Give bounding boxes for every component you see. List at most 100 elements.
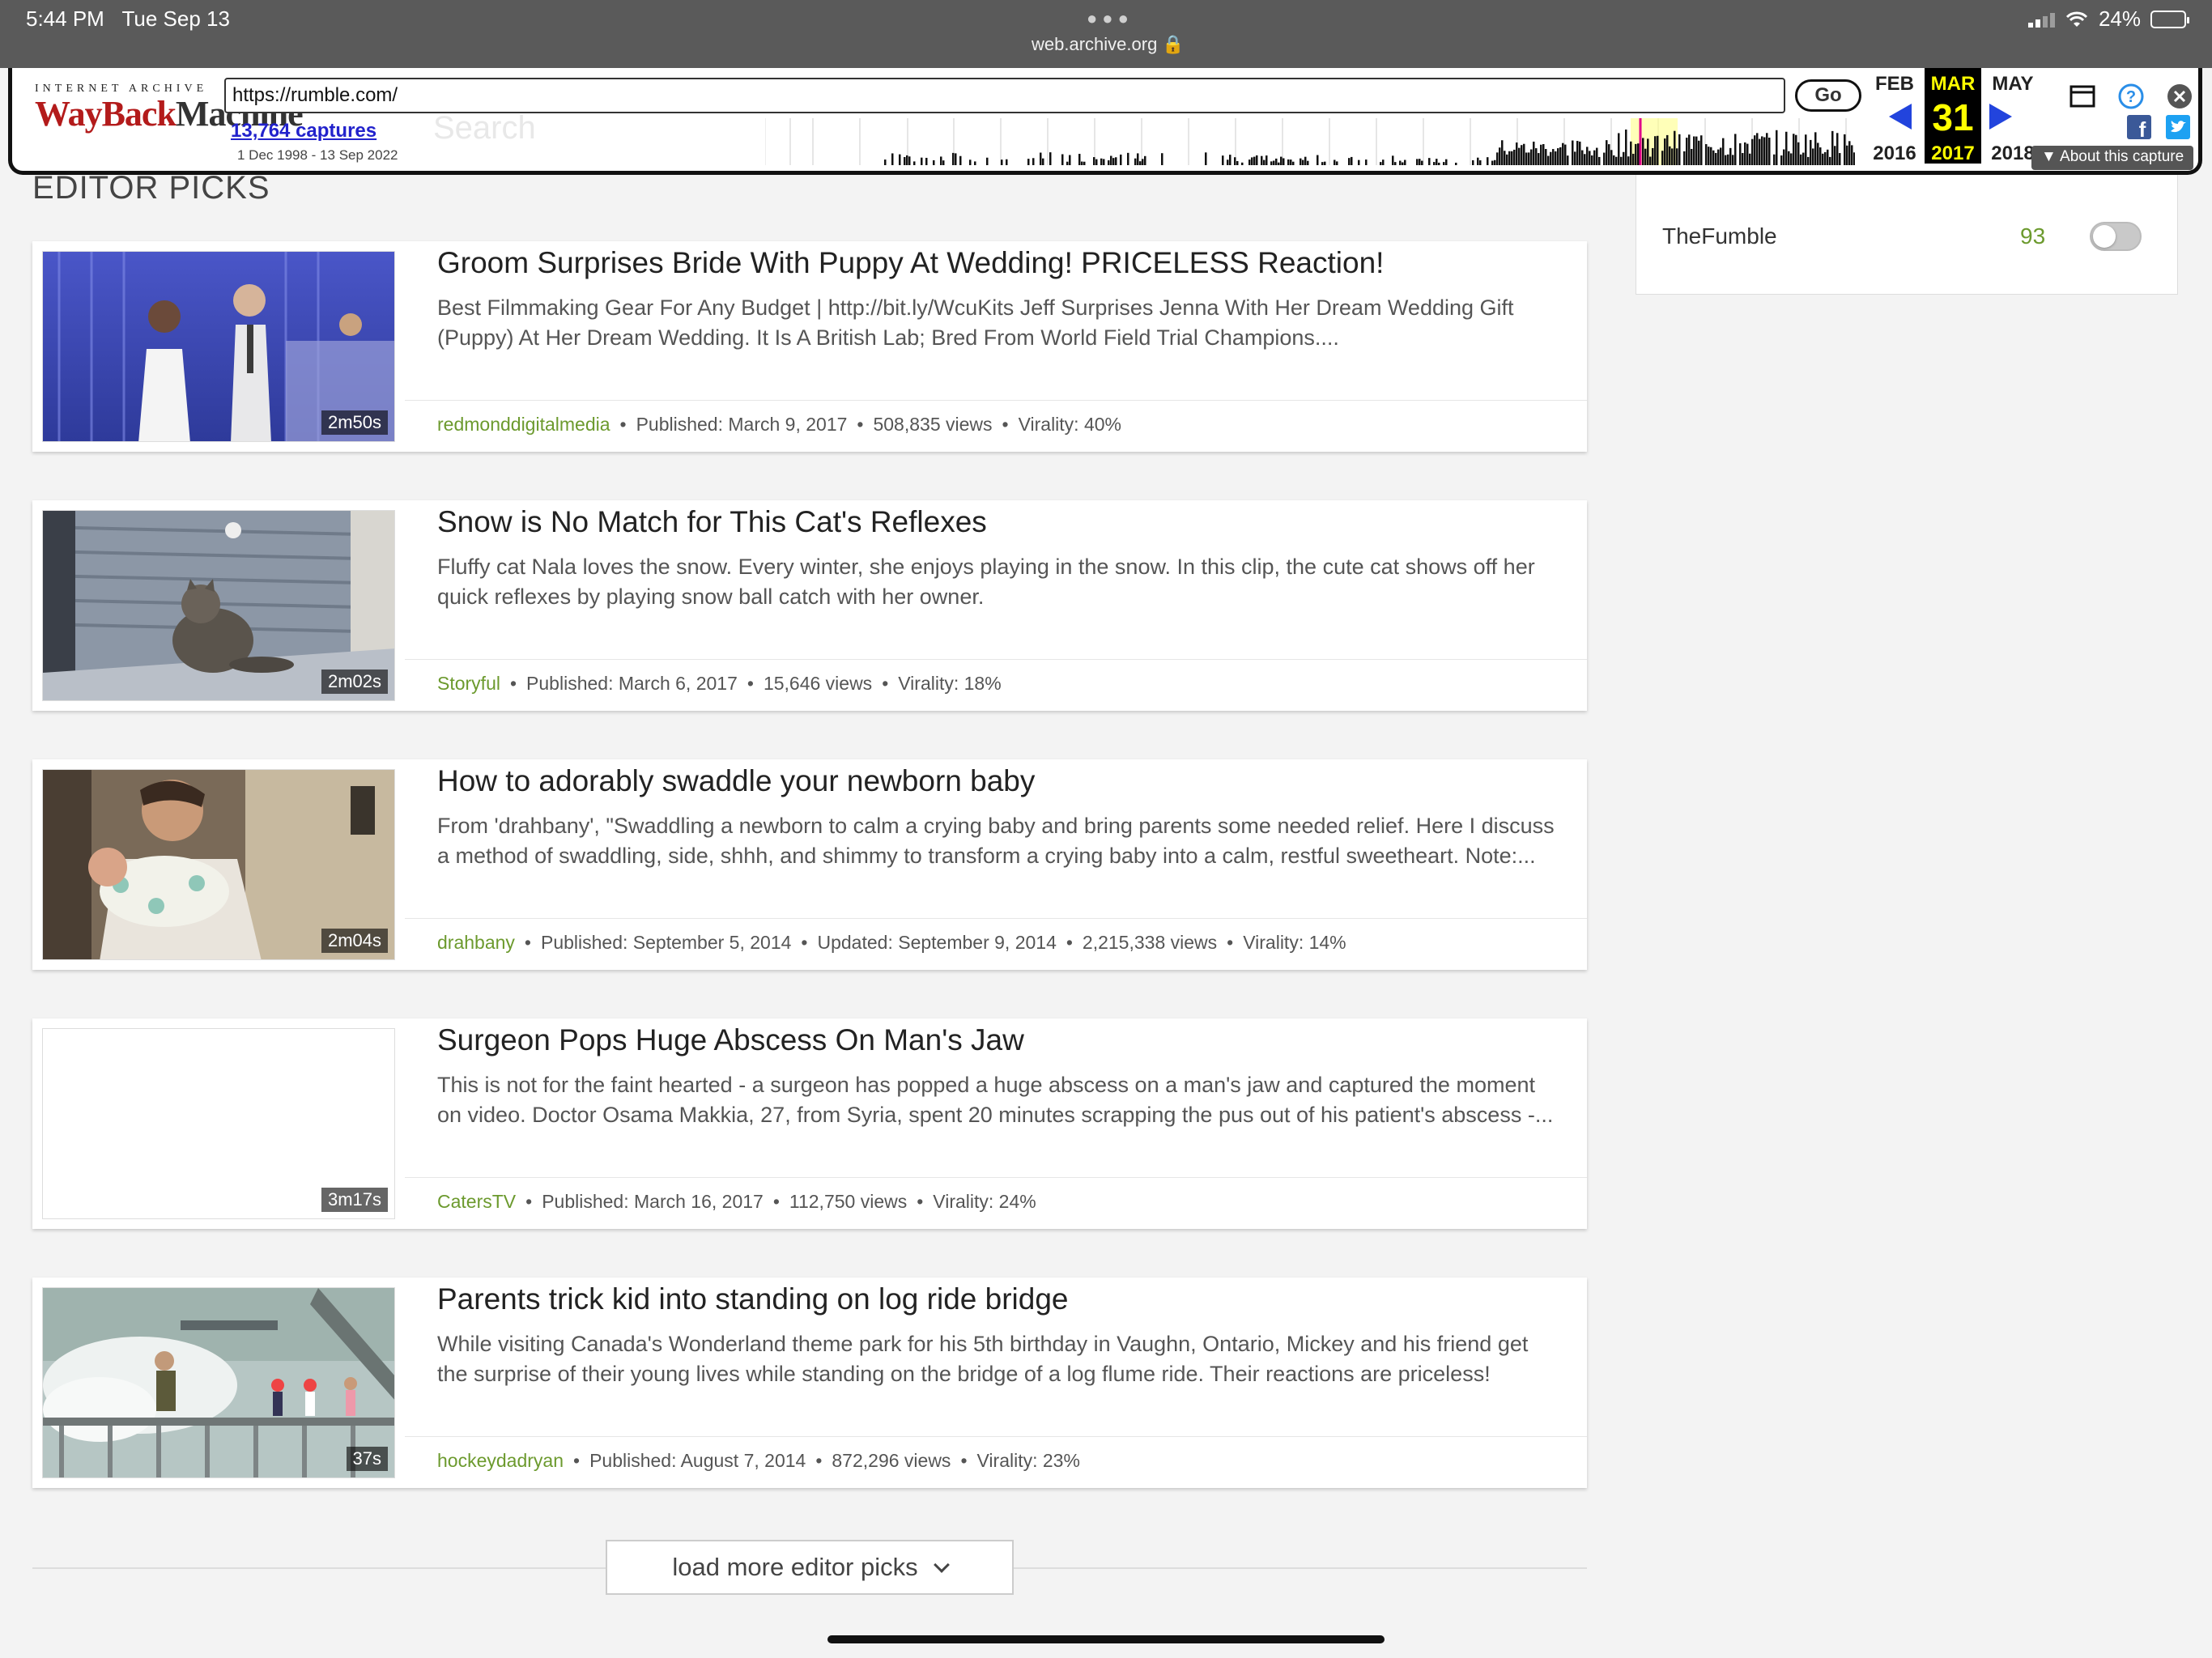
prev-capture-arrow-icon[interactable] (1889, 104, 1912, 130)
video-virality: Virality: 23% (976, 1450, 1080, 1471)
meta-separator: • (619, 414, 627, 435)
prev-year[interactable]: 2016 (1866, 142, 1923, 165)
go-button[interactable]: Go (1795, 79, 1861, 112)
video-published: Published: March 9, 2017 (636, 414, 848, 435)
video-card[interactable]: 3m17s Surgeon Pops Huge Abscess On Man's… (32, 1018, 1587, 1229)
video-duration: 37s (346, 1447, 388, 1471)
next-capture-arrow-icon[interactable] (1989, 104, 2012, 130)
follow-toggle[interactable] (2090, 222, 2142, 251)
load-more-label: load more editor picks (672, 1553, 918, 1581)
cellular-signal-icon (2027, 11, 2055, 28)
video-author[interactable]: drahbany (437, 932, 515, 953)
video-virality: Virality: 40% (1018, 414, 1121, 435)
twitter-icon[interactable] (2166, 115, 2190, 139)
video-title[interactable]: How to adorably swaddle your newborn bab… (437, 764, 1563, 798)
close-icon[interactable] (2166, 83, 2193, 110)
video-virality: Virality: 18% (898, 673, 1002, 694)
meta-separator: • (1002, 414, 1009, 435)
video-title[interactable]: Surgeon Pops Huge Abscess On Man's Jaw (437, 1023, 1563, 1057)
video-meta: drahbany • Published: September 5, 2014 • Up… (405, 918, 1587, 970)
capture-sparkline[interactable] (765, 118, 1855, 165)
status-indicators: 24% (2027, 6, 2189, 32)
wifi-icon (2065, 11, 2088, 27)
status-bar: 5:44 PM Tue Sep 13 ●●● web.archive.org 🔒… (0, 0, 2212, 68)
video-published: Published: September 5, 2014 (540, 932, 792, 953)
svg-text:f: f (2139, 117, 2146, 139)
video-views: 15,646 views (763, 673, 873, 694)
video-author[interactable]: redmonddigitalmedia (437, 414, 610, 435)
video-virality: Virality: 24% (933, 1191, 1036, 1212)
video-views: 112,750 views (789, 1191, 908, 1212)
load-more-button[interactable]: load more editor picks (606, 1540, 1014, 1595)
video-author[interactable]: hockeydadryan (437, 1450, 564, 1471)
wayback-url-input[interactable] (224, 78, 1785, 113)
next-month[interactable]: MAY (1984, 73, 2041, 96)
meta-separator: • (524, 932, 531, 953)
meta-separator: • (573, 1450, 581, 1471)
video-published: Published: August 7, 2014 (589, 1450, 806, 1471)
meta-separator: • (857, 414, 864, 435)
help-icon[interactable]: ? (2117, 83, 2145, 110)
current-day: 31 (1932, 96, 1974, 138)
video-thumbnail[interactable]: 2m50s (42, 251, 395, 442)
video-title[interactable]: Parents trick kid into standing on log r… (437, 1282, 1563, 1316)
video-description: While visiting Canada's Wonderland theme… (437, 1332, 1529, 1386)
meta-separator: • (772, 1191, 780, 1212)
prev-month[interactable]: FEB (1866, 73, 1923, 96)
address-bar-url[interactable]: web.archive.org 🔒 (1032, 34, 1185, 55)
wayback-toolbar: INTERNET ARCHIVE WayBackMachine Go 13,76… (8, 68, 2202, 175)
video-published: Published: March 16, 2017 (542, 1191, 764, 1212)
toggle-knob (2093, 225, 2116, 248)
channel-count: 93 (2020, 223, 2046, 249)
meta-separator: • (917, 1191, 924, 1212)
video-views: 2,215,338 views (1082, 932, 1218, 953)
video-views: 508,835 views (873, 414, 993, 435)
meta-separator: • (882, 673, 889, 694)
meta-separator: • (1066, 932, 1073, 953)
captures-link[interactable]: 13,764 captures (231, 120, 376, 142)
meta-separator: • (509, 673, 517, 694)
more-dots-icon[interactable]: ●●● (1087, 8, 1134, 29)
video-meta: Storyful • Published: March 6, 2017 • 15,646… (405, 659, 1587, 711)
home-indicator[interactable] (827, 1635, 1385, 1643)
current-year: 2017 (1931, 142, 1975, 164)
video-description: From 'drahbany', "Swaddling a newborn to… (437, 814, 1555, 868)
video-meta: redmonddigitalmedia • Published: March 9, … (405, 400, 1587, 452)
video-description: This is not for the faint hearted - a su… (437, 1073, 1554, 1127)
video-card[interactable]: 2m02s Snow is No Match for This Cat's Re… (32, 500, 1587, 711)
video-thumbnail[interactable]: 2m04s (42, 769, 395, 960)
logo-main-text: WayBackMachine (35, 94, 304, 134)
video-card[interactable]: 2m04s How to adorably swaddle your newbo… (32, 759, 1587, 970)
video-description: Best Filmmaking Gear For Any Budget | ht… (437, 295, 1514, 350)
video-published: Published: March 6, 2017 (526, 673, 738, 694)
window-icon[interactable] (2069, 83, 2096, 110)
video-virality: Virality: 14% (1243, 932, 1346, 953)
video-meta: CatersTV • Published: March 16, 2017 • 112,7… (405, 1177, 1587, 1229)
about-capture-button[interactable]: ▼ About this capture (2031, 146, 2194, 170)
channel-name[interactable]: TheFumble (1662, 223, 1777, 249)
status-time: 5:44 PM Tue Sep 13 (26, 6, 230, 31)
meta-separator: • (801, 932, 808, 953)
meta-separator: • (1227, 932, 1234, 953)
video-updated: Updated: September 9, 2014 (817, 932, 1057, 953)
video-card[interactable]: 37s Parents trick kid into standing on l… (32, 1278, 1587, 1488)
log-ride-thumbnail-image (43, 1288, 394, 1477)
chevron-down-icon (933, 1557, 950, 1573)
video-author[interactable]: Storyful (437, 673, 500, 694)
section-title: EDITOR PICKS (32, 170, 270, 206)
video-title[interactable]: Snow is No Match for This Cat's Reflexes (437, 505, 1563, 539)
video-card[interactable]: 2m50s Groom Surprises Bride With Puppy A… (32, 241, 1587, 452)
ghost-search-text: Search (433, 110, 536, 146)
video-duration: 2m50s (321, 410, 388, 435)
wayback-logo[interactable]: INTERNET ARCHIVE WayBackMachine (35, 83, 304, 134)
video-thumbnail[interactable]: 2m02s (42, 510, 395, 701)
sparkline-graph[interactable] (766, 118, 1855, 165)
video-thumbnail[interactable]: 3m17s (42, 1028, 395, 1219)
video-views: 872,296 views (832, 1450, 951, 1471)
meta-separator: • (525, 1191, 533, 1212)
video-author[interactable]: CatersTV (437, 1191, 516, 1212)
video-title[interactable]: Groom Surprises Bride With Puppy At Wedd… (437, 246, 1563, 280)
video-duration: 2m04s (321, 929, 388, 953)
facebook-icon[interactable]: f (2127, 115, 2151, 139)
video-thumbnail[interactable]: 37s (42, 1287, 395, 1478)
